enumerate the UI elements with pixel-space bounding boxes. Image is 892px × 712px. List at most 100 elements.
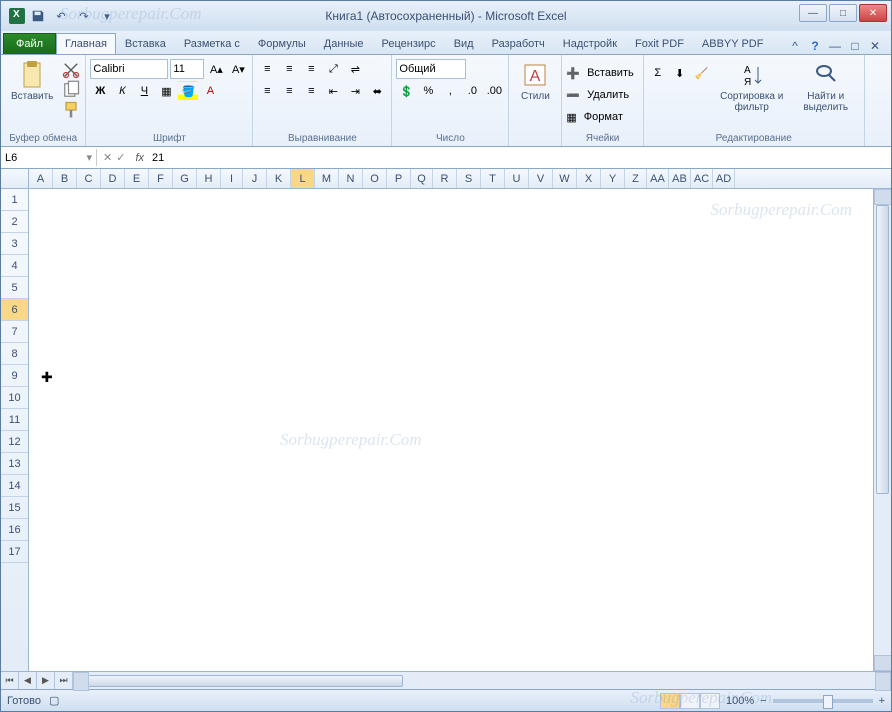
- tab-Главная[interactable]: Главная: [56, 33, 116, 54]
- qat-dropdown-icon[interactable]: ▾: [97, 6, 117, 26]
- col-header-M[interactable]: M: [315, 169, 339, 188]
- copy-button[interactable]: [61, 81, 81, 99]
- find-select-button[interactable]: Найти и выделить: [792, 57, 860, 115]
- align-middle-icon[interactable]: ≡: [279, 59, 299, 79]
- col-header-W[interactable]: W: [553, 169, 577, 188]
- sheet-nav-first[interactable]: ⏮: [1, 672, 19, 689]
- vertical-scrollbar[interactable]: [873, 189, 891, 671]
- name-box[interactable]: ▾: [1, 149, 97, 166]
- col-header-N[interactable]: N: [339, 169, 363, 188]
- mdi-restore-icon[interactable]: □: [847, 38, 863, 54]
- row-header-7[interactable]: 7: [1, 321, 28, 343]
- col-header-L[interactable]: L: [291, 169, 315, 188]
- cancel-formula-icon[interactable]: ✕: [103, 151, 112, 164]
- font-name-select[interactable]: [90, 59, 168, 79]
- col-header-J[interactable]: J: [243, 169, 267, 188]
- col-header-G[interactable]: G: [173, 169, 197, 188]
- increase-indent-icon[interactable]: ⇥: [345, 81, 365, 101]
- align-left-icon[interactable]: ≡: [257, 81, 277, 101]
- save-button[interactable]: [28, 6, 48, 26]
- currency-icon[interactable]: 💲: [396, 81, 416, 101]
- fx-icon[interactable]: fx: [131, 152, 148, 164]
- cells-insert-button[interactable]: Вставить: [582, 63, 639, 83]
- sort-filter-button[interactable]: AЯ Сортировка и фильтр: [714, 57, 790, 115]
- row-header-11[interactable]: 11: [1, 409, 28, 431]
- row-header-14[interactable]: 14: [1, 475, 28, 497]
- tab-Формулы[interactable]: Формулы: [249, 33, 315, 54]
- col-header-A[interactable]: A: [29, 169, 53, 188]
- fill-color-button[interactable]: 🪣: [178, 81, 198, 101]
- col-header-AB[interactable]: AB: [669, 169, 691, 188]
- col-header-V[interactable]: V: [529, 169, 553, 188]
- tab-Рецензирс[interactable]: Рецензирс: [373, 33, 445, 54]
- zoom-in-button[interactable]: +: [879, 695, 885, 707]
- bold-button[interactable]: Ж: [90, 81, 110, 101]
- cells-delete-button[interactable]: Удалить: [582, 85, 634, 105]
- font-size-select[interactable]: [170, 59, 204, 79]
- sheet-nav-prev[interactable]: ◀: [19, 672, 37, 689]
- percent-icon[interactable]: %: [418, 81, 438, 101]
- tab-Вставка[interactable]: Вставка: [116, 33, 175, 54]
- wrap-text-button[interactable]: ⇌: [345, 59, 365, 79]
- minimize-ribbon-icon[interactable]: ^: [787, 38, 803, 54]
- tab-Разработч[interactable]: Разработч: [483, 33, 554, 54]
- horizontal-scrollbar[interactable]: [73, 672, 891, 689]
- autosum-icon[interactable]: Σ: [648, 63, 668, 83]
- orientation-icon[interactable]: ⤢: [323, 59, 343, 79]
- align-center-icon[interactable]: ≡: [279, 81, 299, 101]
- zoom-out-button[interactable]: −: [760, 695, 766, 707]
- sheet-nav-last[interactable]: ⏭: [55, 672, 73, 689]
- tab-Надстройк[interactable]: Надстройк: [554, 33, 626, 54]
- tab-Разметка с[interactable]: Разметка с: [175, 33, 249, 54]
- paste-button[interactable]: Вставить: [5, 57, 59, 104]
- clear-icon[interactable]: 🧹: [692, 63, 712, 83]
- select-all-corner[interactable]: [1, 169, 29, 188]
- col-header-E[interactable]: E: [125, 169, 149, 188]
- cut-button[interactable]: [61, 61, 81, 79]
- font-color-button[interactable]: A: [200, 81, 220, 101]
- cells-area[interactable]: ✚: [29, 189, 891, 671]
- col-header-D[interactable]: D: [101, 169, 125, 188]
- col-header-Y[interactable]: Y: [601, 169, 625, 188]
- col-header-B[interactable]: B: [53, 169, 77, 188]
- border-button[interactable]: ▦: [156, 81, 176, 101]
- col-header-R[interactable]: R: [433, 169, 457, 188]
- col-header-I[interactable]: I: [221, 169, 243, 188]
- fill-icon[interactable]: ⬇: [670, 63, 690, 83]
- row-header-6[interactable]: 6: [1, 299, 28, 321]
- increase-decimal-icon[interactable]: .0: [462, 81, 482, 101]
- row-header-8[interactable]: 8: [1, 343, 28, 365]
- col-header-K[interactable]: K: [267, 169, 291, 188]
- col-header-F[interactable]: F: [149, 169, 173, 188]
- number-format-select[interactable]: [396, 59, 466, 79]
- undo-button[interactable]: ↶: [51, 6, 71, 26]
- decrease-decimal-icon[interactable]: .00: [484, 81, 504, 101]
- col-header-C[interactable]: C: [77, 169, 101, 188]
- align-right-icon[interactable]: ≡: [301, 81, 321, 101]
- row-header-15[interactable]: 15: [1, 497, 28, 519]
- row-header-10[interactable]: 10: [1, 387, 28, 409]
- row-header-16[interactable]: 16: [1, 519, 28, 541]
- col-header-S[interactable]: S: [457, 169, 481, 188]
- col-header-O[interactable]: O: [363, 169, 387, 188]
- vscroll-thumb[interactable]: [876, 205, 889, 494]
- row-header-12[interactable]: 12: [1, 431, 28, 453]
- row-header-1[interactable]: 1: [1, 189, 28, 211]
- format-painter-button[interactable]: [61, 101, 81, 119]
- cells-format-button[interactable]: Формат: [579, 107, 628, 127]
- view-normal-button[interactable]: [660, 693, 680, 709]
- tab-Вид[interactable]: Вид: [445, 33, 483, 54]
- increase-font-icon[interactable]: A▴: [206, 59, 226, 79]
- mdi-minimize-icon[interactable]: —: [827, 38, 843, 54]
- italic-button[interactable]: К: [112, 81, 132, 101]
- mdi-close-icon[interactable]: ✕: [867, 38, 883, 54]
- row-header-9[interactable]: 9: [1, 365, 28, 387]
- col-header-Q[interactable]: Q: [411, 169, 433, 188]
- row-header-13[interactable]: 13: [1, 453, 28, 475]
- row-header-17[interactable]: 17: [1, 541, 28, 563]
- row-header-4[interactable]: 4: [1, 255, 28, 277]
- col-header-U[interactable]: U: [505, 169, 529, 188]
- row-header-3[interactable]: 3: [1, 233, 28, 255]
- view-page-break-button[interactable]: [700, 693, 720, 709]
- close-button[interactable]: ✕: [859, 4, 887, 22]
